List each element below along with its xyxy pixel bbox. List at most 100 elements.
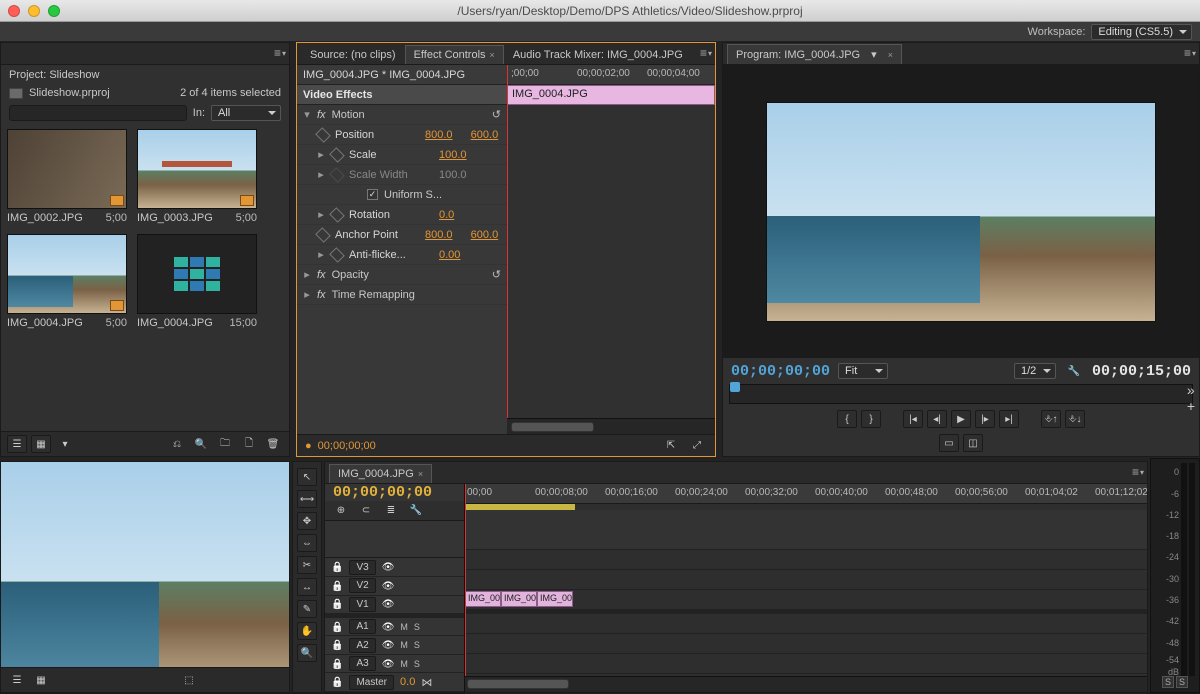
keyframe-icon[interactable] — [329, 207, 345, 223]
bin-item[interactable]: IMG_0003.JPG5;00 — [137, 129, 257, 224]
track-header-a2[interactable]: A2MS — [325, 636, 464, 655]
zoom-fit-dropdown[interactable]: Fit — [838, 363, 888, 379]
efc-ruler[interactable]: ;00;00 00;00;02;00 00;00;04;00 — [507, 65, 715, 85]
hand-tool-icon[interactable]: ✋ — [297, 622, 317, 640]
timeline-clip[interactable]: IMG_000 — [537, 591, 573, 607]
reset-icon[interactable]: ↺ — [492, 108, 501, 121]
efc-clip-bar[interactable]: IMG_0004.JPG — [507, 85, 715, 105]
mark-in-icon[interactable]: { — [837, 410, 857, 428]
bin-item[interactable]: IMG_0004.JPG5;00 — [7, 234, 127, 329]
close-icon[interactable]: × — [888, 50, 893, 60]
rolling-edit-tool-icon[interactable]: ⇔ — [297, 534, 317, 552]
list-view-icon[interactable]: ☰ — [7, 435, 27, 453]
timeline-clip[interactable]: IMG_000 — [465, 591, 501, 607]
marker-icon[interactable]: ≣ — [381, 502, 401, 520]
solo-left[interactable]: S — [1162, 676, 1174, 688]
zoom-icon[interactable]: ⤢ — [687, 437, 707, 455]
selection-tool-icon[interactable]: ↖ — [297, 468, 317, 486]
efc-timecode[interactable]: 00;00;00;00 — [318, 440, 376, 452]
solo-right[interactable]: S — [1176, 676, 1188, 688]
tab-source[interactable]: Source: (no clips) — [301, 45, 405, 64]
eye-icon[interactable] — [382, 580, 395, 592]
linked-selection-icon[interactable]: ⊂ — [356, 502, 376, 520]
uniform-scale-checkbox[interactable] — [367, 189, 378, 200]
timeline-playhead[interactable] — [465, 484, 466, 692]
lock-icon[interactable] — [331, 639, 343, 651]
pen-tool-icon[interactable]: ✎ — [297, 600, 317, 618]
keyframe-icon[interactable] — [315, 227, 331, 243]
track-v1[interactable]: IMG_000 IMG_000 IMG_000 — [465, 590, 1147, 610]
program-scrubber[interactable] — [729, 384, 1193, 404]
position-property[interactable]: Position 800.0 600.0 — [297, 125, 507, 145]
eye-icon[interactable] — [382, 658, 395, 670]
find-icon[interactable]: 🔍 — [191, 435, 211, 453]
rotation-property[interactable]: ▸ Rotation 0.0 — [297, 205, 507, 225]
timeline-timecode[interactable]: 00;00;00;00 — [325, 484, 464, 501]
icon-view-icon[interactable]: ▦ — [31, 671, 51, 689]
lock-icon[interactable] — [331, 598, 343, 610]
track-header-a1[interactable]: A1MS — [325, 618, 464, 637]
comparison-view-icon[interactable]: ◫ — [963, 434, 983, 452]
eye-icon[interactable] — [382, 598, 395, 610]
lock-icon[interactable] — [331, 676, 343, 688]
export-frame-icon[interactable]: ▭ — [939, 434, 959, 452]
mark-out-icon[interactable]: } — [861, 410, 881, 428]
eye-icon[interactable] — [382, 561, 395, 573]
bin-item[interactable]: IMG_0002.JPG5;00 — [7, 129, 127, 224]
panel-menu-icon[interactable] — [273, 46, 287, 60]
step-back-icon[interactable]: ◂| — [927, 410, 947, 428]
anchor-point-property[interactable]: Anchor Point 800.0 600.0 — [297, 225, 507, 245]
lock-icon[interactable] — [331, 580, 343, 592]
window-close[interactable] — [8, 5, 20, 17]
icon-view-icon[interactable]: ▦ — [31, 435, 51, 453]
window-minimize[interactable] — [28, 5, 40, 17]
track-header-v1[interactable]: V1 — [325, 596, 464, 615]
track-v3[interactable] — [465, 550, 1147, 570]
close-icon[interactable]: × — [490, 50, 495, 60]
timeline-scrollbar[interactable] — [465, 676, 1147, 692]
extract-icon[interactable]: ⎀↓ — [1065, 410, 1085, 428]
settings-icon[interactable]: 🔧 — [406, 502, 426, 520]
pin-icon[interactable]: ⇱ — [661, 437, 681, 455]
lock-icon[interactable] — [331, 658, 343, 670]
ingest-icon[interactable]: ⬚ — [179, 671, 199, 689]
automate-to-sequence-icon[interactable]: ⎌ — [167, 435, 187, 453]
tab-program[interactable]: Program: IMG_0004.JPG ▾ × — [727, 44, 902, 64]
lock-icon[interactable] — [331, 561, 343, 573]
ripple-edit-tool-icon[interactable]: ✥ — [297, 512, 317, 530]
in-dropdown[interactable]: All — [211, 105, 281, 121]
zoom-tool-icon[interactable]: 🔍 — [297, 644, 317, 662]
settings-icon[interactable]: 🔧 — [1064, 362, 1084, 380]
window-maximize[interactable] — [48, 5, 60, 17]
step-forward-icon[interactable]: |▸ — [975, 410, 995, 428]
tab-sequence[interactable]: IMG_0004.JPG× — [329, 464, 432, 483]
track-a3[interactable] — [465, 654, 1147, 674]
razor-tool-icon[interactable]: ✂ — [297, 556, 317, 574]
resolution-dropdown[interactable]: 1/2 — [1014, 363, 1056, 379]
keyframe-icon[interactable] — [329, 247, 345, 263]
playhead-marker[interactable] — [730, 382, 740, 392]
new-bin-icon[interactable]: 🗀 — [215, 435, 235, 453]
project-search-input[interactable] — [9, 105, 187, 121]
bin-item[interactable]: IMG_0004.JPG15;00 — [137, 234, 257, 329]
track-a1[interactable] — [465, 614, 1147, 634]
track-header-master[interactable]: Master0.0⋈ — [325, 673, 464, 692]
project-filename[interactable]: Slideshow.prproj — [29, 87, 110, 99]
lift-icon[interactable]: ⎀↑ — [1041, 410, 1061, 428]
slip-tool-icon[interactable]: ↔ — [297, 578, 317, 596]
freeform-view-icon[interactable]: ▾ — [55, 435, 75, 453]
track-v2[interactable] — [465, 570, 1147, 590]
clear-icon[interactable]: 🗑 — [263, 435, 283, 453]
button-editor-icon[interactable]: »+ — [1187, 382, 1195, 414]
time-remap-effect[interactable]: ▸fxTime Remapping — [297, 285, 507, 305]
tab-audio-mixer[interactable]: Audio Track Mixer: IMG_0004.JPG — [504, 45, 692, 64]
antiflicker-property[interactable]: ▸ Anti-flicke... 0.00 — [297, 245, 507, 265]
panel-menu-icon[interactable] — [699, 46, 713, 60]
new-item-icon[interactable]: 🗋 — [239, 435, 259, 453]
track-header-v2[interactable]: V2 — [325, 577, 464, 596]
program-timecode-in[interactable]: 00;00;00;00 — [731, 363, 830, 380]
track-header-a3[interactable]: A3MS — [325, 655, 464, 674]
opacity-effect[interactable]: ▸fxOpacity↺ — [297, 265, 507, 285]
tab-effect-controls[interactable]: Effect Controls× — [405, 45, 504, 64]
eye-icon[interactable] — [382, 639, 395, 651]
